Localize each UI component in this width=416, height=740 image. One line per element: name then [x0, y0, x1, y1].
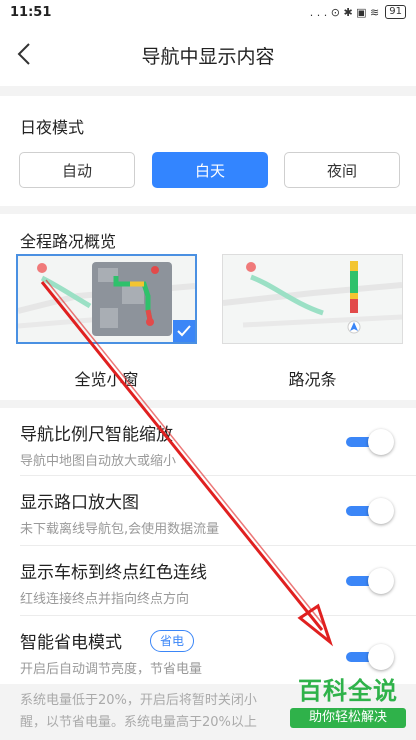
setting-row-scale-zoom[interactable]: 导航比例尺智能缩放 导航中地图自动放大或缩小: [0, 408, 416, 476]
red-line-toggle[interactable]: [346, 568, 394, 594]
setting-subtitle: 开启后自动调节亮度，节省电量: [20, 662, 203, 677]
watermark-logo: 百科全说 助你轻松解决: [290, 676, 406, 728]
status-icon-group: . . . ⊙ ✱ ▣ ≋: [309, 5, 380, 19]
watermark-sub: 助你轻松解决: [290, 708, 406, 728]
status-bar: 11:51 . . . ⊙ ✱ ▣ ≋ 91: [0, 0, 416, 24]
setting-title: 显示路口放大图: [20, 493, 139, 513]
junction-view-toggle[interactable]: [346, 498, 394, 524]
setting-row-junction-view[interactable]: 显示路口放大图 未下载离线导航包,会使用数据流量: [0, 476, 416, 546]
setting-subtitle: 导航中地图自动放大或缩小: [20, 454, 177, 469]
setting-row-red-line[interactable]: 显示车标到终点红色连线 红线连接终点并指向终点方向: [0, 546, 416, 616]
scale-zoom-toggle[interactable]: [346, 429, 394, 455]
power-saving-toggle[interactable]: [346, 644, 394, 670]
traffic-bar-label: 路况条: [288, 370, 337, 389]
day-night-section: 日夜模式 自动 白天 夜间: [0, 96, 416, 206]
mode-day-button[interactable]: 白天: [152, 152, 268, 188]
power-saving-badge: 省电: [150, 630, 195, 652]
back-button[interactable]: [10, 38, 38, 70]
selected-check-icon: [173, 320, 195, 342]
traffic-bar-preview: [223, 255, 402, 343]
mode-auto-button[interactable]: 自动: [19, 152, 135, 188]
setting-title: 智能省电模式: [20, 633, 122, 653]
back-icon: [17, 43, 30, 65]
setting-title: 导航比例尺智能缩放: [20, 425, 173, 445]
status-icons: . . . ⊙ ✱ ▣ ≋ 91: [310, 5, 406, 19]
setting-subtitle: 未下载离线导航包,会使用数据流量: [20, 522, 220, 537]
overview-mini-window-option[interactable]: [16, 254, 197, 344]
day-night-title: 日夜模式: [20, 118, 85, 137]
page-title: 导航中显示内容: [141, 45, 275, 68]
status-time: 11:51: [10, 4, 52, 20]
battery-icon: 91: [385, 5, 406, 19]
page-header: 导航中显示内容: [0, 24, 416, 86]
mini-window-label: 全览小窗: [74, 370, 139, 389]
mode-night-button[interactable]: 夜间: [284, 152, 400, 188]
watermark-main: 百科全说: [298, 677, 398, 705]
overview-title: 全程路况概览: [20, 232, 117, 251]
setting-row-power-saving[interactable]: 智能省电模式 省电 开启后自动调节亮度，节省电量: [0, 616, 416, 684]
overview-section: 全程路况概览 全览小窗 路况条: [0, 214, 416, 400]
setting-title: 显示车标到终点红色连线: [20, 563, 207, 583]
mini-window-preview: [18, 256, 195, 342]
setting-subtitle: 红线连接终点并指向终点方向: [20, 592, 190, 607]
overview-traffic-bar-option[interactable]: [222, 254, 403, 344]
